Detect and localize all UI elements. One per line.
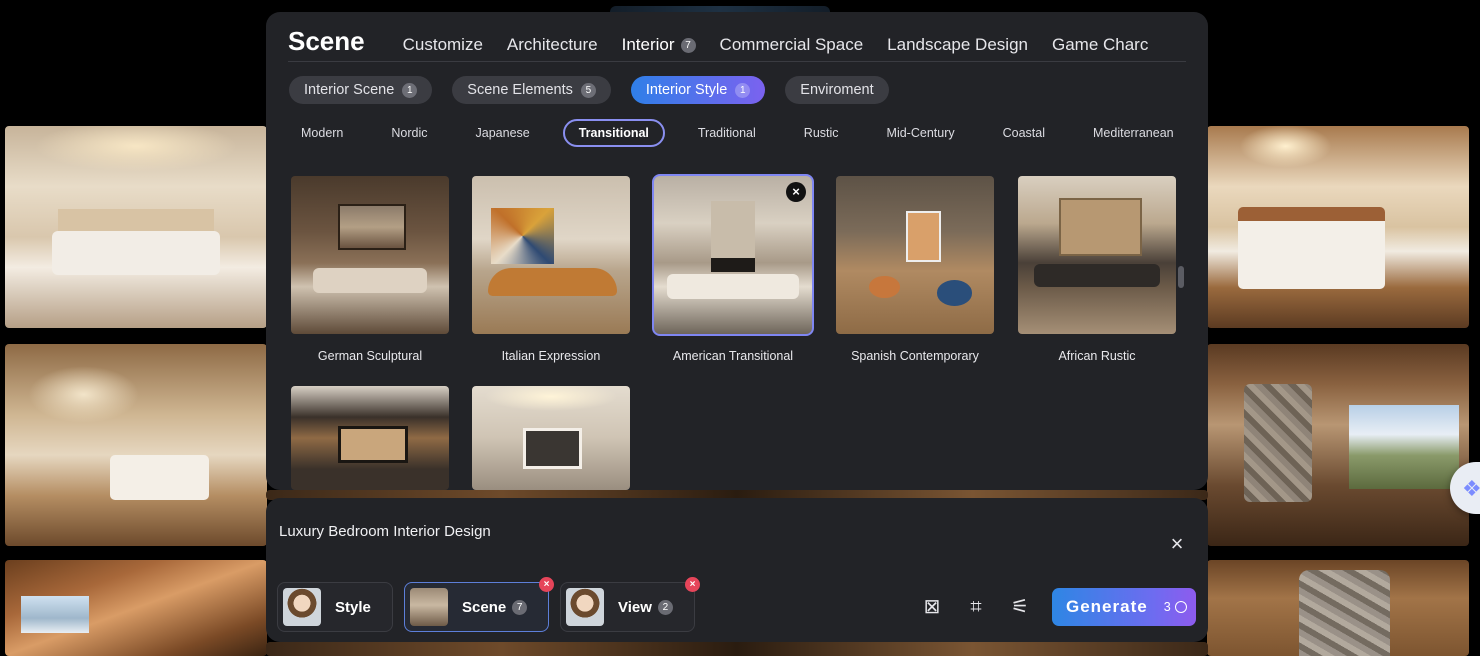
tab-commercial-space[interactable]: Commercial Space <box>720 35 864 55</box>
style-card[interactable] <box>472 386 632 490</box>
tab-customize[interactable]: Customize <box>403 35 483 55</box>
deselect-close-icon[interactable]: × <box>786 182 806 202</box>
gallery-image[interactable] <box>1207 126 1469 328</box>
card-label: African Rustic <box>1058 349 1136 363</box>
coin-icon <box>1174 601 1187 613</box>
style-card-italian-expression[interactable]: Italian Expression <box>472 176 632 363</box>
style-filter-row: Modern Nordic Japanese Transitional Trad… <box>286 118 1186 148</box>
close-icon[interactable]: × <box>1166 533 1188 556</box>
style-card[interactable] <box>291 386 451 490</box>
gallery-strip <box>266 642 1208 656</box>
style-thumbnail <box>472 386 630 490</box>
style-thumbnail <box>472 176 630 334</box>
sub-tabs: Interior Scene 1 Scene Elements 5 Interior… <box>289 76 889 104</box>
style-button[interactable]: Style <box>277 582 393 632</box>
gallery-image[interactable] <box>1207 560 1469 656</box>
divider <box>288 61 1186 62</box>
tab-interior[interactable]: Interior 7 <box>622 35 696 55</box>
style-mediterranean[interactable]: Mediterranean <box>1078 120 1186 146</box>
style-modern[interactable]: Modern <box>286 120 358 146</box>
card-label: American Transitional <box>672 349 794 363</box>
gallery-image[interactable] <box>5 126 267 328</box>
category-tabs: Scene Customize Architecture Interior 7 C… <box>288 26 1186 62</box>
card-label: Italian Expression <box>501 349 601 363</box>
card-label: German Sculptural <box>317 349 423 363</box>
count-badge: 1 <box>735 82 751 98</box>
style-transitional[interactable]: Transitional <box>562 119 665 147</box>
style-card-american-transitional[interactable]: × American Transitional <box>652 174 814 363</box>
crop-icon[interactable]: ⌗ <box>963 594 989 620</box>
scene-avatar <box>410 588 448 626</box>
scrollbar-thumb[interactable] <box>1178 266 1184 288</box>
count-badge: 5 <box>580 82 596 98</box>
remove-scene-icon[interactable]: × <box>539 577 554 592</box>
style-thumbnail <box>291 176 449 334</box>
style-avatar <box>283 588 321 626</box>
prompt-bar: Luxury Bedroom Interior Design × Style S… <box>266 498 1208 642</box>
count-badge: 1 <box>402 82 418 98</box>
gift-icon: ❖ <box>1462 476 1480 501</box>
style-nordic[interactable]: Nordic <box>376 120 442 146</box>
style-thumbnail <box>291 386 449 490</box>
scene-button[interactable]: Scene 7 × <box>404 577 554 632</box>
prompt-text[interactable]: Luxury Bedroom Interior Design <box>279 523 491 540</box>
style-thumbnail <box>1018 176 1176 334</box>
subtab-environment[interactable]: Enviroment <box>785 76 889 104</box>
style-thumbnail: × <box>652 174 814 336</box>
style-thumbnail <box>836 176 994 334</box>
view-button[interactable]: View 2 × <box>560 577 700 632</box>
style-japanese[interactable]: Japanese <box>461 120 545 146</box>
card-label: Spanish Contemporary <box>851 349 979 363</box>
view-avatar <box>566 588 604 626</box>
style-card-african-rustic[interactable]: African Rustic <box>1018 176 1178 363</box>
style-card-german-sculptural[interactable]: German Sculptural <box>291 176 451 363</box>
panel-title: Scene <box>288 26 365 56</box>
style-card-spanish-contemporary[interactable]: Spanish Contemporary <box>836 176 996 363</box>
remove-view-icon[interactable]: × <box>685 577 700 592</box>
tab-game-character[interactable]: Game Charc <box>1052 35 1148 55</box>
count-badge: 7 <box>680 38 696 53</box>
gallery-image[interactable] <box>1207 344 1469 546</box>
subtab-interior-style[interactable]: Interior Style 1 <box>630 76 766 104</box>
subtab-interior-scene[interactable]: Interior Scene 1 <box>289 76 433 104</box>
count-badge: 2 <box>657 599 673 615</box>
tab-architecture[interactable]: Architecture <box>507 35 598 55</box>
style-mid-century[interactable]: Mid-Century <box>872 120 970 146</box>
scene-panel: Scene Customize Architecture Interior 7 C… <box>266 12 1208 490</box>
remove-prompt-icon[interactable]: ⊠ <box>919 594 945 620</box>
generate-button[interactable]: Generate 3 <box>1052 588 1196 626</box>
credit-cost: 3 <box>1163 600 1171 614</box>
gallery-image[interactable] <box>5 560 267 656</box>
gallery-image[interactable] <box>5 344 267 546</box>
style-traditional[interactable]: Traditional <box>683 120 771 146</box>
settings-sliders-icon[interactable]: ⚟ <box>1007 594 1033 620</box>
count-badge: 7 <box>512 599 528 615</box>
subtab-scene-elements[interactable]: Scene Elements 5 <box>452 76 611 104</box>
style-rustic[interactable]: Rustic <box>789 120 854 146</box>
tab-landscape-design[interactable]: Landscape Design <box>887 35 1028 55</box>
style-coastal[interactable]: Coastal <box>988 120 1060 146</box>
